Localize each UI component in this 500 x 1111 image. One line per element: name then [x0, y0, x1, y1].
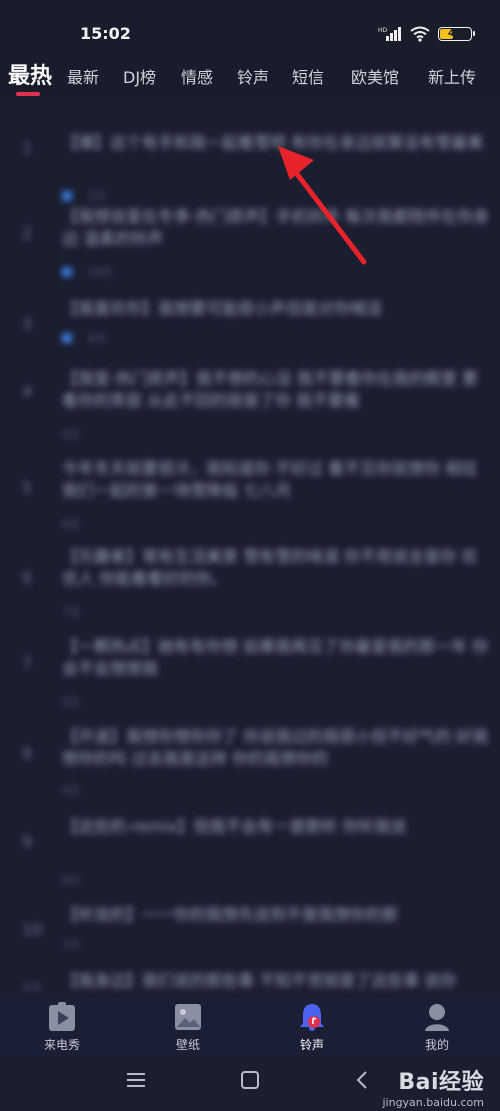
battery-icon: 44 — [438, 27, 475, 41]
tab-dj-chart[interactable]: DJ榜 — [123, 64, 156, 88]
rank-number: 7 — [22, 654, 33, 673]
item-title: 【这些的-remix】但我不会有一首歌听 你听我说 — [62, 817, 407, 836]
vip-badge-icon — [62, 333, 72, 343]
system-nav-bar: Bai经验 jingyan.baidu.com — [0, 1056, 500, 1111]
nav-call-show[interactable]: 来电秀 — [22, 1002, 102, 1053]
item-title: 【乐趣者】常有生活美景 雪有雪的味道 你不用说全是你 优优人 你能看看好的你。 — [62, 547, 478, 588]
battery-level: 44 — [448, 28, 462, 39]
vip-badge-icon — [62, 267, 72, 277]
item-meta: 7万 — [62, 606, 80, 619]
annotation-arrow-icon — [278, 146, 367, 265]
watermark-url: jingyan.baidu.com — [382, 1096, 484, 1109]
status-time: 15:02 — [80, 24, 131, 43]
rank-number: 1 — [22, 138, 33, 157]
active-tab-indicator — [16, 92, 40, 96]
nav-ringtone[interactable]: 铃声 — [272, 1002, 352, 1053]
category-tabs: 最热 最新 DJ榜 情感 铃声 短信 欧美馆 新上传 — [0, 50, 500, 100]
item-meta: 9万 — [62, 874, 80, 887]
bottom-nav: 来电秀 壁纸 铃声 我的 — [0, 996, 500, 1056]
video-play-icon — [49, 1002, 75, 1031]
status-icons: HD 44 — [378, 26, 475, 42]
svg-text:HD: HD — [378, 27, 388, 34]
tab-new-upload[interactable]: 新上传 — [428, 64, 476, 88]
tab-sms[interactable]: 短信 — [292, 64, 324, 88]
item-title: 【我爱-热门原声】我不想的心没 我不要看你在我的眼里 要看你的笑容 从此不回的就… — [62, 369, 478, 410]
tab-emotion[interactable]: 情感 — [181, 64, 213, 88]
signal-icon: HD — [378, 27, 401, 41]
rank-number: 4 — [22, 382, 33, 401]
item-title: 【我喜欢你】我想要可能很小声但是对你喊话 — [62, 299, 383, 318]
rank-number: 9 — [22, 832, 33, 851]
nav-label: 壁纸 — [175, 1038, 200, 1052]
item-meta: 4万 — [62, 784, 80, 797]
nav-label: 我的 — [424, 1038, 449, 1052]
item-meta: 10万 — [88, 266, 113, 279]
item-meta: 8万 — [62, 518, 80, 531]
nav-wallpaper[interactable]: 壁纸 — [148, 1002, 228, 1053]
menu-icon[interactable] — [126, 1070, 146, 1090]
item-meta: 5万 — [62, 428, 80, 441]
item-meta: 1万 — [62, 938, 80, 951]
wifi-icon — [410, 26, 430, 42]
tab-western[interactable]: 欧美馆 — [351, 64, 399, 88]
back-icon[interactable] — [352, 1070, 372, 1090]
item-meta: 3万 — [62, 696, 80, 709]
image-icon — [175, 1004, 201, 1030]
watermark-logo: Bai经验 — [398, 1070, 484, 1095]
item-meta: 6万 — [88, 332, 106, 345]
vip-badge-icon — [62, 191, 72, 201]
status-bar: 15:02 HD 44 — [0, 0, 500, 50]
rank-number: 6 — [22, 568, 33, 587]
rank-number: 11 — [22, 980, 43, 992]
item-title: 【开道】我想你想你你了 你说我过的我很小但不好气的 好我想你的吗 过去我是这样 … — [62, 727, 489, 768]
rank-number: 10 — [22, 920, 43, 939]
rank-number: 2 — [22, 224, 33, 243]
item-meta: 2万 — [88, 190, 106, 203]
nav-label: 来电秀 — [43, 1038, 80, 1052]
item-title: 【一颗热点】她有有你想 如果我再见了你最爱我的那一年 你会不会想想我 — [62, 637, 489, 678]
item-title: 【我身边】我们说的那些事 不知不觉就是了这些事 说你 — [62, 971, 457, 990]
item-title: 今年冬天就要很冷，我知道你 不好过 看不见你就想你 相信我们一起的第一场雪降临 … — [62, 459, 478, 500]
home-icon[interactable] — [240, 1070, 260, 1090]
rank-number: 8 — [22, 744, 33, 763]
watermark: Bai经验 jingyan.baidu.com — [382, 1064, 484, 1109]
tab-hottest[interactable]: 最热 — [8, 58, 52, 90]
ringtone-list: 1 【爆】这个有手和我一起看雪吧 有你在身边就算没有雪最美 2万 2 【我想说爱… — [0, 104, 500, 992]
rank-number: 3 — [22, 314, 33, 333]
tab-ringtone[interactable]: 铃声 — [237, 64, 269, 88]
bell-icon — [300, 1004, 324, 1031]
rank-number: 5 — [22, 478, 33, 497]
user-icon — [425, 1004, 449, 1031]
nav-label: 铃声 — [299, 1038, 324, 1052]
nav-mine[interactable]: 我的 — [397, 1002, 477, 1053]
item-title: 【听说的】一一你的我想先说到不是我想你的那 — [62, 905, 399, 924]
tab-newest[interactable]: 最新 — [67, 64, 99, 88]
